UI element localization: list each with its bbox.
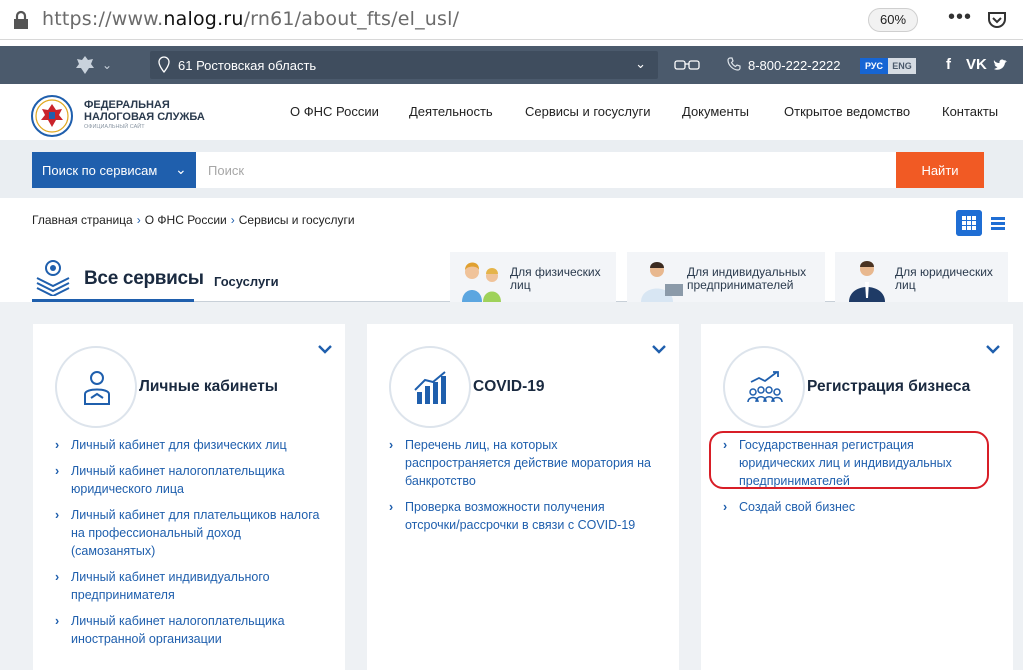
link-arrow-icon: › [55, 570, 60, 584]
link-entrepreneur-cabinet[interactable]: › Личный кабинет индивидуального предприн… [55, 568, 325, 604]
address-bar[interactable]: https://www.nalog.ru/rn61/about_fts/el_u… [42, 8, 459, 30]
link-foreign-org-cabinet[interactable]: › Личный кабинет налогоплательщика иностр… [55, 612, 325, 648]
logo-subtitle: ОФИЦИАЛЬНЫЙ САЙТ [84, 124, 145, 130]
audience-legal-entities[interactable]: Для юридических лиц [835, 252, 1008, 302]
service-card-covid: COVID-19 › Перечень лиц, на которых распр… [367, 324, 679, 670]
bar-chart-growth-icon [414, 371, 446, 404]
link-bankruptcy-moratorium[interactable]: › Перечень лиц, на которых распространяет… [389, 436, 659, 490]
search-input[interactable] [196, 152, 896, 188]
people-growth-icon [747, 371, 783, 403]
audience-individuals[interactable]: Для физических лиц [450, 252, 616, 302]
search-scope-label: Поиск по сервисам [42, 163, 158, 178]
card-links: › Перечень лиц, на которых распространяет… [389, 436, 659, 542]
breadcrumb-home[interactable]: Главная страница [32, 213, 133, 227]
breadcrumb-separator-icon: › [230, 213, 235, 227]
pocket-icon[interactable] [986, 9, 1008, 31]
card-icon-circle [389, 346, 471, 428]
legal-entity-photo [839, 254, 895, 302]
audience-legal-entities-label: Для юридических лиц [895, 265, 993, 292]
service-card-business-registration: Регистрация бизнеса › Государственная рег… [701, 324, 1013, 670]
chevron-down-icon[interactable] [651, 344, 667, 354]
lang-eng-button[interactable]: ENG [888, 58, 916, 74]
nav-contacts[interactable]: Контакты [942, 104, 998, 119]
hotline-phone[interactable]: 8-800-222-2222 [748, 58, 841, 73]
list-view-icon[interactable] [990, 210, 1006, 236]
emblem-icon[interactable] [74, 54, 96, 76]
vk-icon[interactable]: VK [966, 56, 987, 73]
tab-all-services[interactable]: Все сервисы [84, 268, 204, 290]
red-highlight-annotation [709, 431, 989, 489]
search-scope-select[interactable]: Поиск по сервисам ⌄ [32, 152, 196, 188]
lock-icon [14, 10, 28, 29]
individuals-photo [454, 254, 510, 302]
link-arrow-icon: › [55, 438, 60, 452]
location-pin-icon [158, 56, 170, 73]
breadcrumb-about[interactable]: О ФНС России [145, 213, 227, 227]
browser-toolbar: https://www.nalog.ru/rn61/about_fts/el_u… [0, 0, 1023, 40]
logo-title: ФЕДЕРАЛЬНАЯ НАЛОГОВАЯ СЛУЖБА [84, 99, 205, 123]
audience-individuals-label: Для физических лиц [510, 265, 601, 292]
chevron-down-icon[interactable] [985, 344, 1001, 354]
nav-open-agency[interactable]: Открытое ведомство [784, 104, 910, 119]
link-individual-cabinet[interactable]: › Личный кабинет для физических лиц [55, 436, 325, 454]
link-deferral-check[interactable]: › Проверка возможности получения отсрочки… [389, 498, 659, 534]
lang-rus-button[interactable]: РУС [860, 58, 888, 74]
region-select[interactable]: 61 Ростовская область ⌄ [150, 51, 658, 79]
chevron-down-icon: ⌄ [175, 161, 187, 177]
chevron-down-icon: ⌄ [635, 56, 646, 71]
card-title: Регистрация бизнеса [807, 378, 971, 395]
page-actions-menu-icon[interactable]: ••• [948, 6, 972, 29]
nav-about[interactable]: О ФНС России [290, 104, 379, 119]
audience-entrepreneurs[interactable]: Для индивидуальных предпринимателей [627, 252, 825, 302]
nav-activity[interactable]: Деятельность [409, 104, 493, 119]
breadcrumb-separator-icon: › [136, 213, 141, 227]
service-card-personal-accounts: Личные кабинеты › Личный кабинет для физи… [33, 324, 345, 670]
link-arrow-icon: › [55, 464, 60, 478]
link-create-business[interactable]: › Создай свой бизнес [723, 498, 993, 516]
card-links: › Личный кабинет для физических лиц › Личн… [55, 436, 325, 656]
card-title: COVID-19 [473, 378, 545, 395]
link-arrow-icon: › [55, 508, 60, 522]
link-arrow-icon: › [55, 614, 60, 628]
link-arrow-icon: › [389, 500, 394, 514]
link-arrow-icon: › [723, 500, 728, 514]
low-vision-glasses-icon[interactable] [674, 59, 700, 71]
entrepreneur-photo [631, 254, 687, 302]
card-icon-circle [55, 346, 137, 428]
gears-layers-icon [36, 260, 70, 296]
card-icon-circle [723, 346, 805, 428]
phone-icon [727, 57, 741, 71]
link-arrow-icon: › [389, 438, 394, 452]
nav-services[interactable]: Сервисы и госуслуги [525, 104, 650, 119]
facebook-icon[interactable]: f [946, 56, 951, 73]
chevron-down-icon[interactable] [317, 344, 333, 354]
breadcrumb-services[interactable]: Сервисы и госуслуги [239, 213, 355, 227]
tab-gosuslugi[interactable]: Госуслуги [214, 274, 279, 289]
search-button[interactable]: Найти [896, 152, 984, 188]
nav-documents[interactable]: Документы [682, 104, 749, 119]
link-legal-entity-cabinet[interactable]: › Личный кабинет налогоплательщика юридич… [55, 462, 325, 498]
link-self-employed-cabinet[interactable]: › Личный кабинет для плательщиков налога … [55, 506, 325, 560]
grid-view-icon[interactable] [956, 210, 982, 236]
person-user-icon [84, 371, 110, 405]
fns-emblem-logo[interactable] [30, 94, 74, 138]
zoom-indicator[interactable]: 60% [868, 8, 918, 32]
twitter-icon[interactable] [993, 58, 1008, 72]
region-label: 61 Ростовская область [178, 58, 317, 73]
emblem-chevron-down-icon[interactable]: ⌄ [102, 58, 112, 72]
audience-entrepreneurs-label: Для индивидуальных предпринимателей [687, 265, 807, 292]
breadcrumb: Главная страница › О ФНС России › Сервисы и … [32, 213, 355, 227]
top-utility-bar: ⌄ 61 Ростовская область ⌄ 8-800-222-2222… [0, 46, 1023, 84]
card-title: Личные кабинеты [139, 378, 279, 395]
